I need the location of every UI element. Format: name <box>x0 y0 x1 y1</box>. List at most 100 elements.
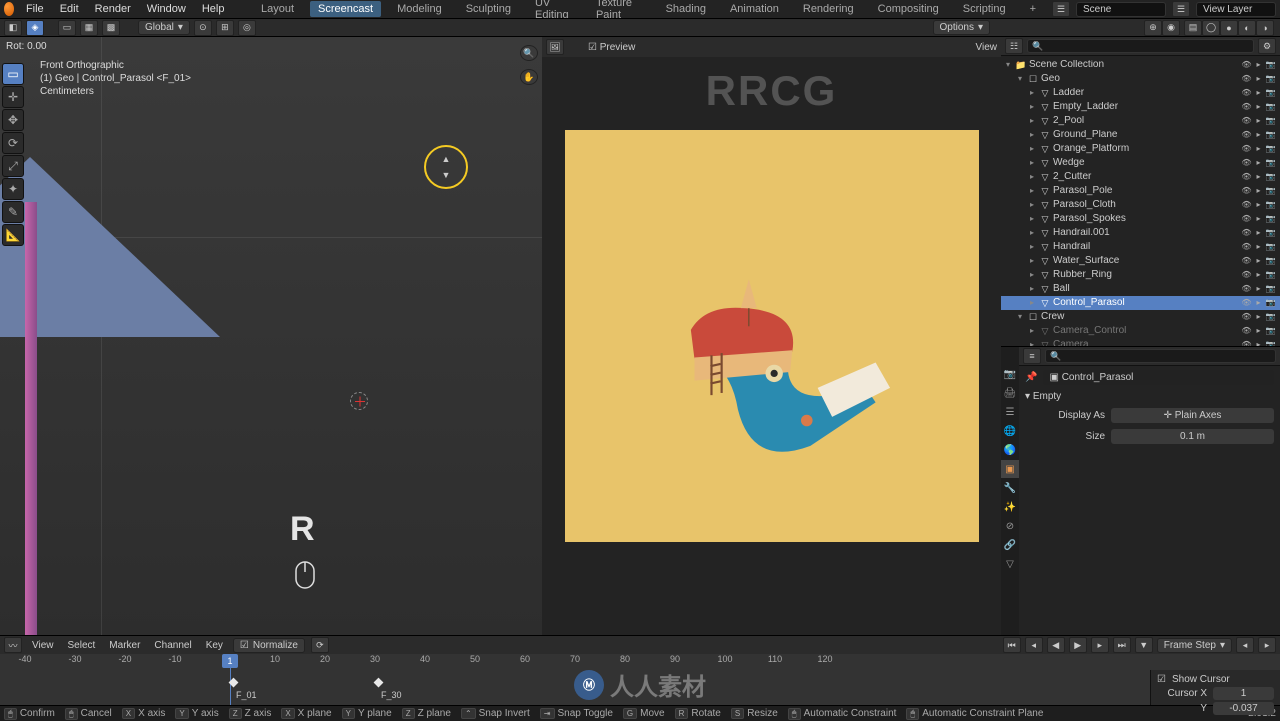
tool-move[interactable]: ✥ <box>2 109 24 131</box>
outliner-row[interactable]: ▸▽Wedge👁▸📷 <box>1001 156 1280 170</box>
image-view-menu[interactable]: View <box>976 42 998 53</box>
tl-menu-channel[interactable]: Channel <box>150 640 195 651</box>
outliner-row[interactable]: ▸▽Orange_Platform👁▸📷 <box>1001 142 1280 156</box>
play-reverse-icon[interactable]: ◀ <box>1047 637 1065 653</box>
outliner-row[interactable]: ▸▽Ground_Plane👁▸📷 <box>1001 128 1280 142</box>
outliner-type-icon[interactable]: ☷ <box>1005 38 1023 54</box>
timeline-type-icon[interactable]: 〰 <box>4 637 22 653</box>
workspace-tab-animation[interactable]: Animation <box>722 1 787 17</box>
play-nextkey-icon[interactable]: ▸ <box>1091 637 1109 653</box>
overlay-toggle-icon[interactable]: ◉ <box>1162 20 1180 36</box>
cursor-y-field[interactable]: -0.037 <box>1213 702 1274 715</box>
shading-solid-icon[interactable]: ● <box>1220 20 1238 36</box>
workspace-tab-screencast[interactable]: Screencast <box>310 1 381 17</box>
select-mode-2[interactable]: ▦ <box>80 20 98 36</box>
menu-file[interactable]: File <box>22 1 48 17</box>
orientation-select[interactable]: Global ▾ <box>138 20 190 35</box>
viewlayer-browse-icon[interactable]: ☰ <box>1172 1 1190 17</box>
ptab-viewlayer[interactable]: ☰ <box>1001 403 1019 421</box>
pin-icon[interactable]: 📌 <box>1025 372 1037 383</box>
pivot-icon[interactable]: ⊙ <box>194 20 212 36</box>
ptab-output[interactable]: 🖨 <box>1001 384 1019 402</box>
play-jumpend-icon[interactable]: ⏭ <box>1113 637 1131 653</box>
scene-browse-icon[interactable]: ☰ <box>1052 1 1070 17</box>
ptab-data[interactable]: ▽ <box>1001 555 1019 573</box>
image-preview-toggle[interactable]: ☑ Preview <box>588 42 635 53</box>
tool-cursor[interactable]: ✛ <box>2 86 24 108</box>
tool-scale[interactable]: ⤢ <box>2 155 24 177</box>
workspace-tab-compositing[interactable]: Compositing <box>870 1 947 17</box>
play-forward-icon[interactable]: ▶ <box>1069 637 1087 653</box>
ptab-render[interactable]: 📷 <box>1001 365 1019 383</box>
outliner-row[interactable]: ▾📁Scene Collection👁▸📷 <box>1001 58 1280 72</box>
xray-icon[interactable]: ▤ <box>1184 20 1202 36</box>
workspace-tab-layout[interactable]: Layout <box>253 1 302 17</box>
workspace-tab-sculpting[interactable]: Sculpting <box>458 1 519 17</box>
gizmo-toggle-icon[interactable]: ⊕ <box>1144 20 1162 36</box>
options-dropdown[interactable]: Options ▾ <box>933 20 991 35</box>
display-as-select[interactable]: ✛ Plain Axes <box>1111 408 1274 423</box>
tl-chevron-left-icon[interactable]: ◂ <box>1236 637 1254 653</box>
tool-transform[interactable]: ✦ <box>2 178 24 200</box>
normalize-update-icon[interactable]: ⟳ <box>311 637 329 653</box>
image-editor[interactable]: 🖼 ☑ Preview View RRCG <box>542 37 1001 635</box>
shading-matpreview-icon[interactable]: ◐ <box>1238 20 1256 36</box>
ptab-object[interactable]: ▣ <box>1001 460 1019 478</box>
outliner-row[interactable]: ▸▽Handrail.001👁▸📷 <box>1001 226 1280 240</box>
workspace-tab-shading[interactable]: Shading <box>658 1 714 17</box>
scene-name-field[interactable]: Scene <box>1076 2 1166 17</box>
tl-menu-marker[interactable]: Marker <box>105 640 144 651</box>
shading-rendered-icon[interactable]: ◑ <box>1256 20 1274 36</box>
object-mode-icon[interactable]: ◈ <box>26 20 44 36</box>
outliner-row[interactable]: ▸▽Handrail👁▸📷 <box>1001 240 1280 254</box>
workspace-add[interactable]: + <box>1022 1 1044 17</box>
outliner-row[interactable]: ▸▽Rubber_Ring👁▸📷 <box>1001 268 1280 282</box>
ptab-physics[interactable]: ⊘ <box>1001 517 1019 535</box>
pan-icon[interactable]: ✋ <box>520 69 538 85</box>
tl-menu-key[interactable]: Key <box>202 640 227 651</box>
properties-type-icon[interactable]: ≡ <box>1023 348 1041 364</box>
outliner-row[interactable]: ▾☐Geo👁▸📷 <box>1001 72 1280 86</box>
ptab-particles[interactable]: ✨ <box>1001 498 1019 516</box>
outliner-filter-icon[interactable]: ⚙ <box>1258 38 1276 54</box>
tool-measure[interactable]: 📐 <box>2 224 24 246</box>
select-mode-3[interactable]: ▩ <box>102 20 120 36</box>
tool-select-box[interactable]: ▭ <box>2 63 24 85</box>
tl-chevron-right-icon[interactable]: ▸ <box>1258 637 1276 653</box>
play-prevkey-icon[interactable]: ◂ <box>1025 637 1043 653</box>
size-field[interactable]: 0.1 m <box>1111 429 1274 444</box>
workspace-tab-modeling[interactable]: Modeling <box>389 1 450 17</box>
outliner-row[interactable]: ▸▽Water_Surface👁▸📷 <box>1001 254 1280 268</box>
tl-menu-view[interactable]: View <box>28 640 58 651</box>
outliner-search[interactable]: 🔍 <box>1027 39 1254 53</box>
keyframe[interactable] <box>374 678 384 688</box>
outliner-row[interactable]: ▸▽Parasol_Spokes👁▸📷 <box>1001 212 1280 226</box>
outliner-row[interactable]: ▸▽2_Pool👁▸📷 <box>1001 114 1280 128</box>
frame-step-select[interactable]: Frame Step ▾ <box>1157 638 1232 653</box>
tool-rotate[interactable]: ⟳ <box>2 132 24 154</box>
outliner-row[interactable]: ▸▽Ball👁▸📷 <box>1001 282 1280 296</box>
3d-viewport[interactable]: Rot: 0.00 ▭ ✛ ✥ ⟳ ⤢ ✦ ✎ 📐 Front Orthogra… <box>0 37 542 635</box>
workspace-tab-rendering[interactable]: Rendering <box>795 1 862 17</box>
timeline-track[interactable]: ☑Show Cursor Cursor X1 Y-0.037 -40-30-20… <box>0 654 1280 705</box>
normalize-toggle[interactable]: ☑ Normalize <box>233 638 305 653</box>
shading-wire-icon[interactable]: ◯ <box>1202 20 1220 36</box>
ptab-world[interactable]: 🌎 <box>1001 441 1019 459</box>
show-cursor-label[interactable]: Show Cursor <box>1172 674 1230 685</box>
outliner-row[interactable]: ▸▽2_Cutter👁▸📷 <box>1001 170 1280 184</box>
workspace-tab-scripting[interactable]: Scripting <box>955 1 1014 17</box>
play-jumpstart-icon[interactable]: ⏮ <box>1003 637 1021 653</box>
image-editor-type-icon[interactable]: 🖼 <box>546 39 564 55</box>
ptab-scene[interactable]: 🌐 <box>1001 422 1019 440</box>
outliner-tree[interactable]: ▾📁Scene Collection👁▸📷▾☐Geo👁▸📷▸▽Ladder👁▸📷… <box>1001 56 1280 346</box>
editor-type-icon[interactable]: ◧ <box>4 20 22 36</box>
select-mode-1[interactable]: ▭ <box>58 20 76 36</box>
ptab-constraints[interactable]: 🔗 <box>1001 536 1019 554</box>
viewlayer-name-field[interactable]: View Layer <box>1196 2 1276 17</box>
filter-icon[interactable]: ▼ <box>1135 637 1153 653</box>
ptab-modifiers[interactable]: 🔧 <box>1001 479 1019 497</box>
zoom-icon[interactable]: 🔍 <box>520 45 538 61</box>
proportional-edit-icon[interactable]: ◎ <box>238 20 256 36</box>
outliner-row[interactable]: ▾☐Crew👁▸📷 <box>1001 310 1280 324</box>
outliner-row[interactable]: ▸▽Ladder👁▸📷 <box>1001 86 1280 100</box>
